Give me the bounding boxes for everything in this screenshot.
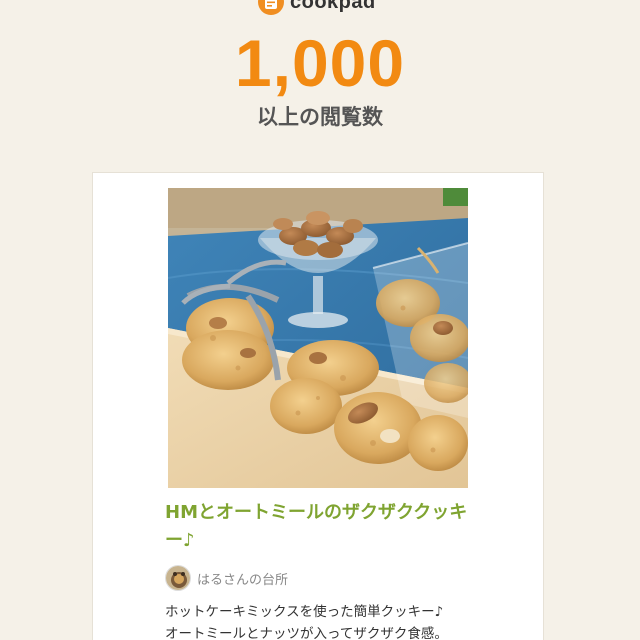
recipe-title[interactable]: HMとオートミールのザクザククッキー♪ (165, 499, 485, 555)
author-name[interactable]: はるさんの台所 (197, 569, 288, 588)
brand-name: cookpad (290, 0, 376, 13)
recipe-card[interactable]: HMとオートミールのザクザククッキー♪ はるさんの台所 ホットケーキミックスを使… (92, 172, 544, 640)
recipe-author[interactable]: はるさんの台所 (165, 565, 288, 591)
description-line: ホットケーキミックスを使った簡単クッキー♪ (165, 604, 444, 620)
description-line: オートミールとナッツが入ってザクザク食感。 (165, 626, 448, 640)
author-avatar[interactable] (165, 565, 191, 591)
recipe-milestone-page: cookpad 1,000 以上の閲覧数 HMとオートミールのザクザククッキー♪… (0, 0, 640, 640)
view-count: 1,000 (234, 26, 406, 100)
recipe-photo[interactable] (168, 188, 468, 488)
brand-header: cookpad (258, 0, 376, 15)
cookpad-logo-icon (258, 0, 284, 15)
recipe-description: ホットケーキミックスを使った簡単クッキー♪ オートミールとナッツが入ってザクザク… (165, 601, 505, 640)
view-count-label: 以上の閲覧数 (257, 105, 383, 129)
